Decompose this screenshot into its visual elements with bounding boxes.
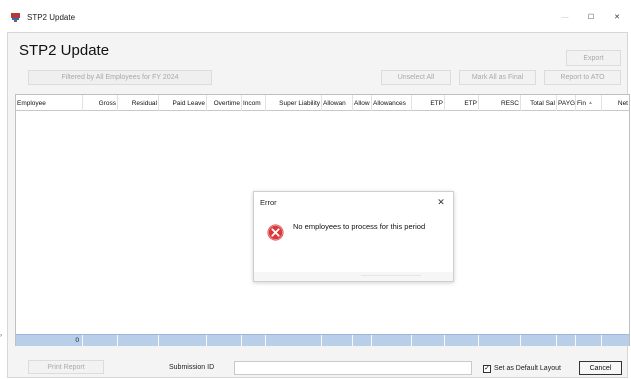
cancel-button[interactable]: Cancel (579, 361, 622, 375)
total-cell (372, 335, 412, 346)
column-header-final[interactable]: Fin ▲ (576, 95, 602, 111)
total-cell (159, 335, 207, 346)
close-window-button[interactable]: ✕ (606, 8, 628, 26)
total-employee-count: 0 (16, 335, 83, 346)
maximize-icon: ☐ (587, 14, 595, 21)
total-cell (479, 335, 521, 346)
export-button[interactable]: Export (566, 50, 621, 66)
total-cell (521, 335, 557, 346)
column-header-super-liability[interactable]: Super Liability (266, 95, 322, 111)
grid-totals-row: 0 (16, 334, 629, 346)
window-edge-marker: › (0, 333, 2, 339)
column-header-payg[interactable]: PAYG (557, 95, 576, 111)
total-cell (266, 335, 322, 346)
minimize-icon: — (561, 13, 569, 21)
total-cell (118, 335, 159, 346)
column-header-employee[interactable]: Employee (16, 95, 83, 111)
total-cell (557, 335, 576, 346)
dialog-title: Error (260, 198, 277, 207)
dialog-divider (361, 275, 421, 276)
report-to-ato-button[interactable]: Report to ATO (544, 70, 621, 85)
column-header-etp-2[interactable]: ETP (445, 95, 479, 111)
error-dialog: Error ✕ No employees to process for this… (253, 191, 454, 282)
total-cell (322, 335, 353, 346)
bottom-bar: Print Report Submission ID ✓ Set as Defa… (8, 355, 627, 377)
grid-header: Employee Gross Residual Paid Leave Overt… (16, 95, 629, 111)
submission-id-input[interactable] (234, 361, 472, 375)
page-title: STP2 Update (19, 42, 110, 59)
column-header-resc[interactable]: RESC (479, 95, 521, 111)
minimize-button[interactable]: — (554, 8, 576, 26)
mark-all-final-button[interactable]: Mark All as Final (459, 70, 536, 85)
print-report-button[interactable]: Print Report (28, 360, 104, 374)
error-message: No employees to process for this period (293, 222, 426, 231)
unselect-all-button[interactable]: Unselect All (381, 70, 451, 85)
dialog-close-button[interactable]: ✕ (432, 194, 450, 210)
window-titlebar: STP2 Update — ☐ ✕ (0, 0, 631, 32)
maximize-button[interactable]: ☐ (580, 8, 602, 26)
submission-id-label: Submission ID (169, 364, 215, 371)
column-header-net[interactable]: Net (602, 95, 629, 111)
default-layout-label[interactable]: Set as Default Layout (494, 365, 561, 372)
total-cell (83, 335, 118, 346)
close-icon: ✕ (614, 14, 620, 21)
total-cell (602, 335, 629, 346)
total-cell (242, 335, 266, 346)
total-cell (412, 335, 445, 346)
column-header-total-salary[interactable]: Total Sal (521, 95, 557, 111)
window-title: STP2 Update (27, 13, 76, 22)
default-layout-checkbox[interactable]: ✓ (483, 365, 491, 373)
column-header-overtime[interactable]: Overtime (207, 95, 242, 111)
column-header-allowances[interactable]: Allowances (372, 95, 412, 111)
total-cell (445, 335, 479, 346)
column-header-gross[interactable]: Gross (83, 95, 118, 111)
column-header-paid-leave[interactable]: Paid Leave (159, 95, 207, 111)
column-header-income[interactable]: Incom (242, 95, 266, 111)
column-header-final-label: Fin (577, 99, 587, 107)
column-header-etp-1[interactable]: ETP (412, 95, 445, 111)
total-cell (353, 335, 372, 346)
column-header-allowance-2[interactable]: Allow (353, 95, 372, 111)
error-icon (267, 224, 284, 241)
column-header-allowance-1[interactable]: Allowan (322, 95, 353, 111)
close-icon: ✕ (437, 196, 445, 207)
column-header-residual[interactable]: Residual (118, 95, 159, 111)
filter-button[interactable]: Filtered by All Employees for FY 2024 (28, 70, 212, 85)
sort-ascending-icon: ▲ (588, 100, 593, 106)
stp-app-icon (11, 13, 20, 22)
total-cell (576, 335, 602, 346)
dialog-footer (254, 272, 453, 281)
total-cell (207, 335, 242, 346)
